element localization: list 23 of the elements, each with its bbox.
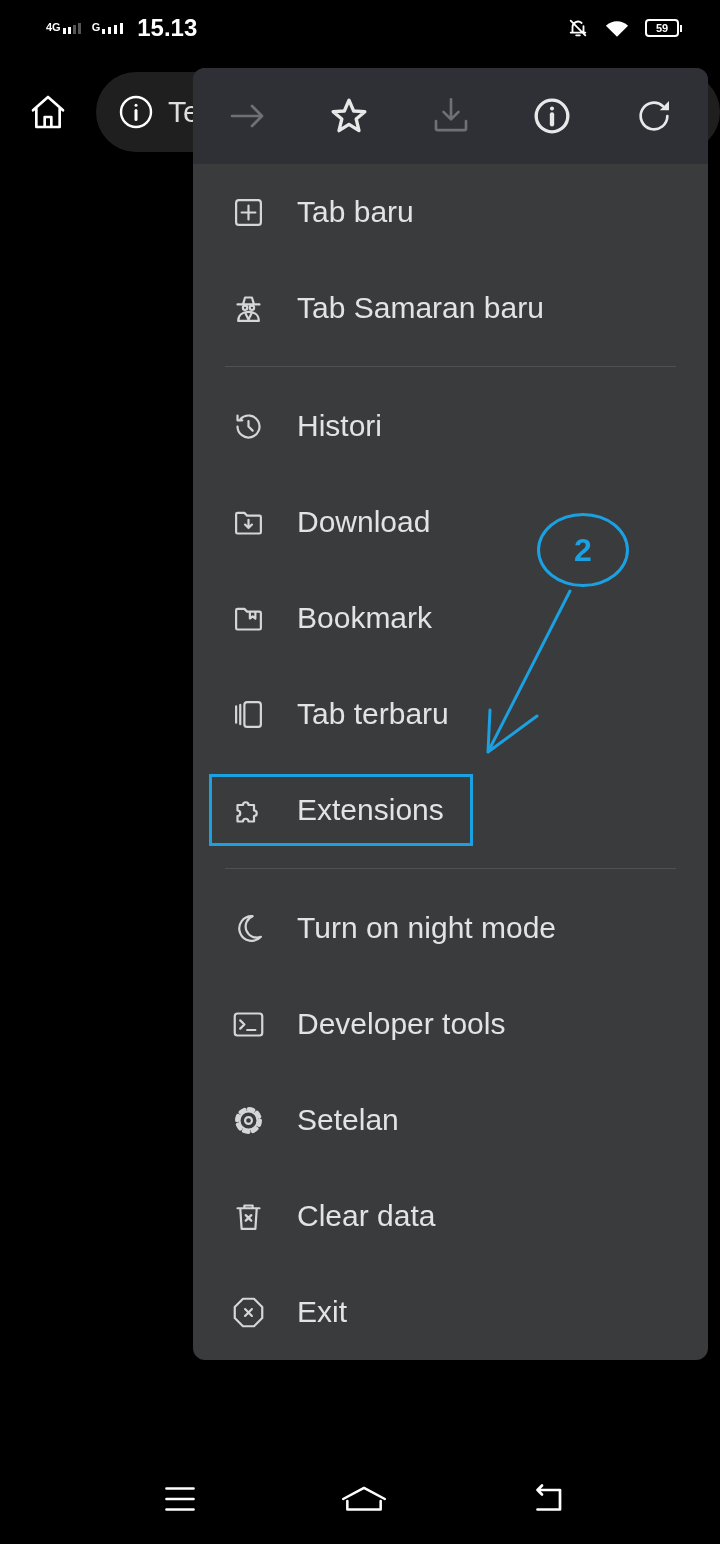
network-type: G [91, 22, 101, 33]
menu-item[interactable]: Download [232, 505, 431, 539]
menu-item[interactable]: Bookmark [232, 601, 433, 635]
signal-icon [101, 22, 126, 34]
info-icon [118, 94, 154, 130]
menu-item[interactable]: Developer tools [232, 1007, 506, 1041]
menu-item[interactable]: Extensions [232, 793, 444, 827]
exit-icon [232, 1295, 265, 1329]
menu-item[interactable]: Histori [232, 409, 382, 443]
menu-item[interactable]: Turn on night mode [232, 911, 557, 945]
step-badge: 2 [537, 513, 629, 587]
menu-item[interactable]: Exit [232, 1295, 347, 1329]
signal-icon [61, 22, 82, 34]
menu-item[interactable]: Tab baru [232, 195, 414, 229]
bell-off-icon [567, 17, 589, 39]
menu-item[interactable]: Setelan [232, 1103, 399, 1137]
battery-icon: 59 [645, 19, 682, 37]
menu-item[interactable]: Tab terbaru [232, 697, 449, 731]
wifi-icon [605, 18, 629, 38]
menu-item[interactable]: Clear data [232, 1199, 436, 1233]
clock: 15.13 [137, 14, 198, 42]
menu-item[interactable]: Tab Samaran baru [232, 291, 544, 325]
network-type: 4G [46, 22, 61, 33]
